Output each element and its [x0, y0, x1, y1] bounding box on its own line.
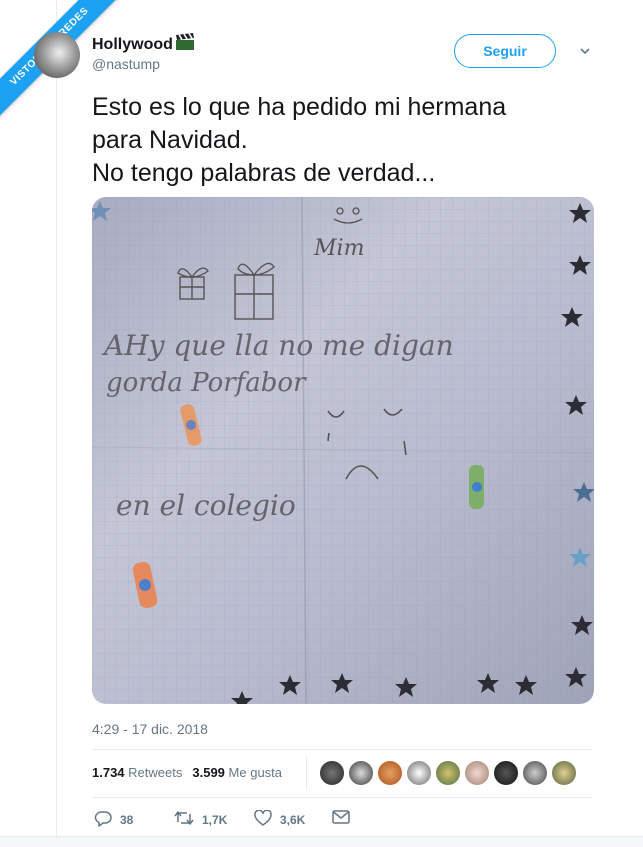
engagement-stats: 1.734 Retweets 3.599 Me gusta: [92, 765, 282, 780]
avatar[interactable]: [435, 760, 461, 786]
retweets-label: Retweets: [128, 765, 183, 780]
top-word: Mim: [313, 236, 364, 261]
note-line-1: AHy que lla no me digan: [101, 329, 454, 362]
likes-count: 3.599: [192, 765, 225, 780]
retweets-stat[interactable]: 1.734 Retweets: [92, 765, 182, 780]
avatar[interactable]: [464, 760, 490, 786]
avatar[interactable]: [34, 32, 80, 78]
reply-count: 38: [120, 813, 134, 827]
retweet-button[interactable]: 1,7K: [174, 810, 227, 829]
tweet-timestamp[interactable]: 4:29 - 17 dic. 2018: [92, 721, 208, 737]
divider: [92, 749, 592, 750]
tweet-text: Esto es lo que ha pedido mi hermana para…: [92, 93, 507, 187]
like-button[interactable]: 3,6K: [254, 809, 306, 829]
note-line-3: en el colegio: [116, 489, 296, 522]
heart-icon: [254, 809, 272, 829]
clapperboard-icon: [175, 33, 195, 56]
chevron-down-icon[interactable]: [578, 44, 592, 58]
avatar[interactable]: [319, 760, 345, 786]
avatar[interactable]: [406, 760, 432, 786]
like-count: 3,6K: [280, 812, 306, 827]
tweet-photo[interactable]: Mim AHy que lla no me digan gorda Porfab…: [92, 197, 594, 704]
direct-message-button[interactable]: [332, 810, 350, 827]
retweets-count: 1.734: [92, 765, 125, 780]
stats-separator: [306, 756, 307, 790]
bottom-strip: [0, 836, 643, 847]
bandage-sticker: [469, 465, 484, 509]
likes-label: Me gusta: [228, 765, 283, 780]
reply-button[interactable]: 38: [94, 810, 133, 830]
likes-stat[interactable]: 3.599 Me gusta: [192, 765, 282, 780]
avatar[interactable]: [522, 760, 548, 786]
avatar[interactable]: [551, 760, 577, 786]
follow-button[interactable]: Seguir: [454, 34, 556, 68]
note-line-2: gorda Porfabor: [106, 368, 307, 398]
retweet-count: 1,7K: [202, 812, 228, 827]
avatar[interactable]: [377, 760, 403, 786]
retweet-icon: [174, 810, 194, 829]
divider: [92, 797, 592, 798]
avatar[interactable]: [493, 760, 519, 786]
avatar[interactable]: [348, 760, 374, 786]
reply-icon: [94, 810, 112, 830]
envelope-icon: [332, 810, 350, 827]
